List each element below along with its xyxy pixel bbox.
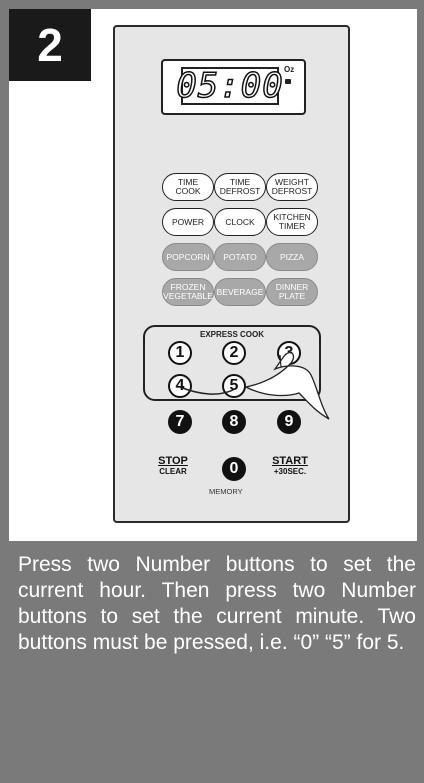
pointing-hand-icon [179, 351, 330, 420]
instruction-text: Press two Number buttons to set the curr… [18, 553, 416, 654]
potato-button[interactable]: POTATO [214, 243, 266, 271]
clock-button[interactable]: CLOCK [214, 208, 266, 236]
frozen-vegetable-button[interactable]: FROZEN VEGETABLE [162, 278, 214, 306]
pizza-button[interactable]: PIZZA [266, 243, 318, 271]
popcorn-button[interactable]: POPCORN [162, 243, 214, 271]
time-defrost-button[interactable]: TIME DEFROST [214, 173, 266, 201]
weight-defrost-button[interactable]: WEIGHT DEFROST [266, 173, 318, 201]
kitchen-timer-button[interactable]: KITCHEN TIMER [266, 208, 318, 236]
instruction-box: Press two Number buttons to set the curr… [9, 549, 416, 774]
illustration-area: 2 05:00 Oz EXPRESS COOK 1 2 3 4 5 7 8 9 … [9, 9, 417, 541]
power-button[interactable]: POWER [162, 208, 214, 236]
step-number-badge: 2 [9, 9, 91, 81]
beverage-button[interactable]: BEVERAGE [214, 278, 266, 306]
time-cook-button[interactable]: TIME COOK [162, 173, 214, 201]
dinner-plate-button[interactable]: DINNER PLATE [266, 278, 318, 306]
microwave-control-panel: 05:00 Oz EXPRESS COOK 1 2 3 4 5 7 8 9 ST… [113, 25, 350, 523]
